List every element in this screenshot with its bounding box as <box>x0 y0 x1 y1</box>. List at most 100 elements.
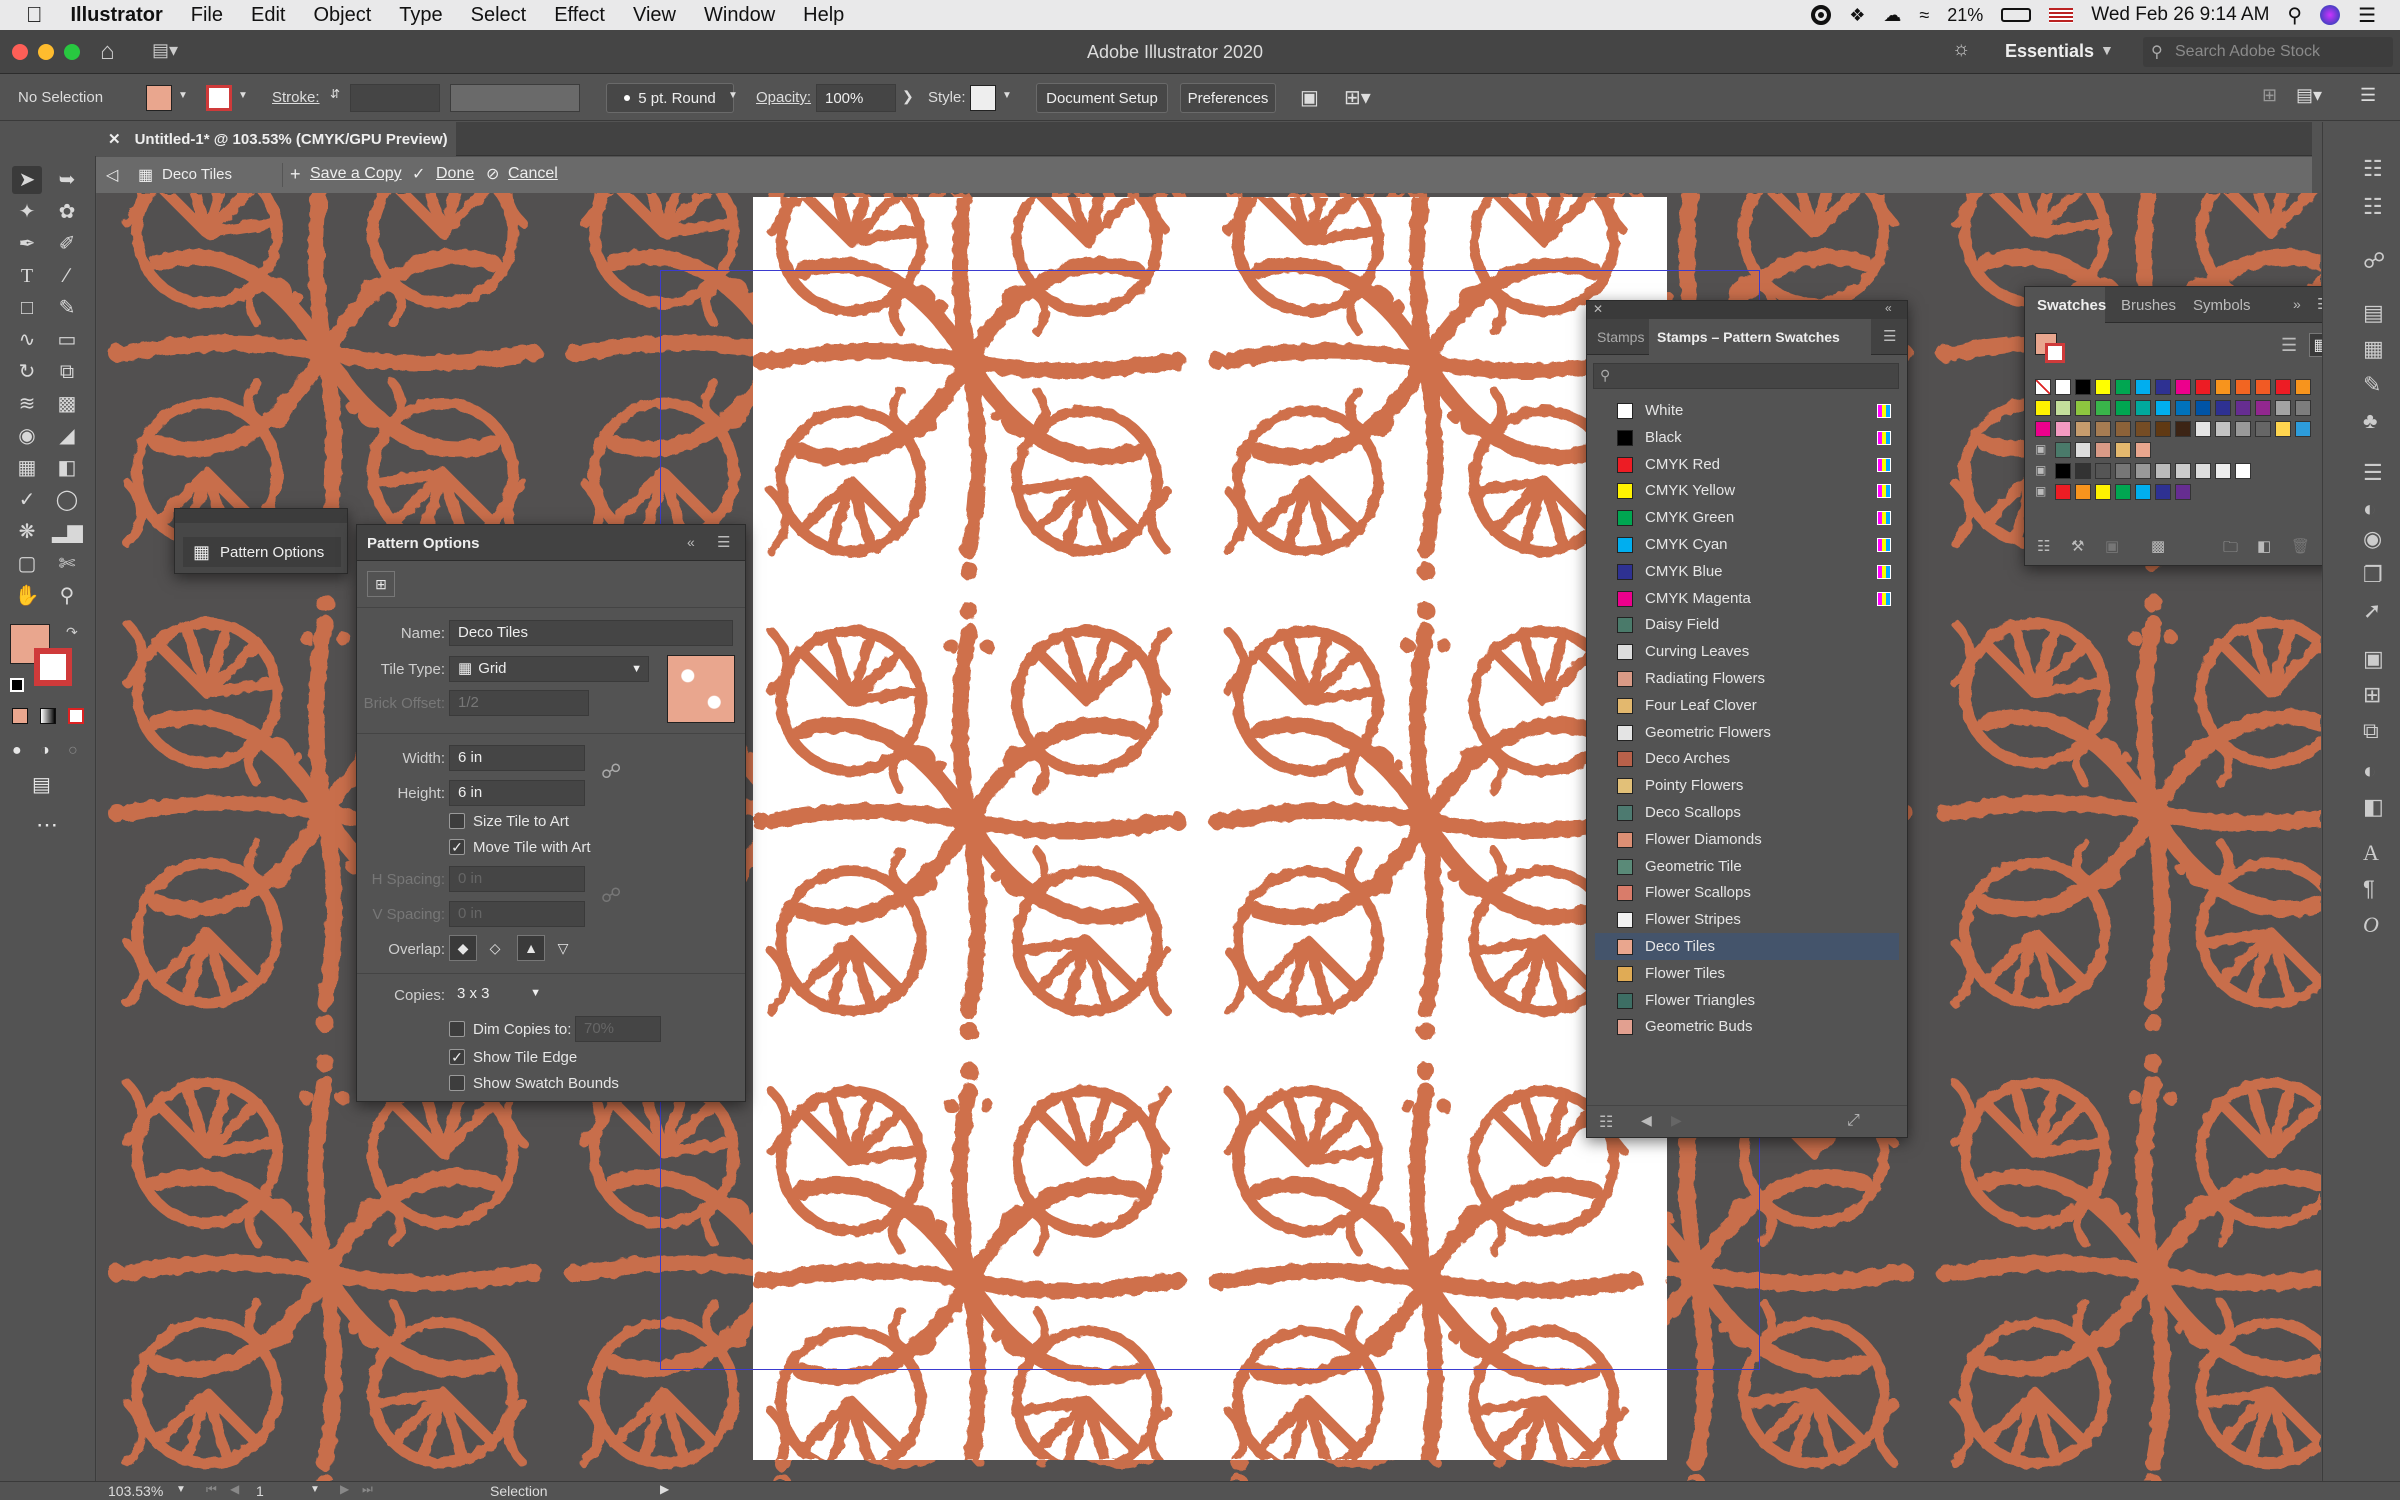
chevron-down-icon[interactable]: ▼ <box>310 1484 320 1495</box>
draw-inside-icon[interactable]: ○ <box>68 742 78 760</box>
swatch-chip[interactable] <box>2135 379 2151 395</box>
swatch-list-item[interactable]: CMYK Yellow <box>1595 477 1899 504</box>
panel-menu-icon[interactable]: ☰ <box>717 533 730 551</box>
collapse-icon[interactable]: « <box>687 534 695 550</box>
selection-tool-icon[interactable]: ➤ <box>12 166 42 194</box>
swatches-dock-icon[interactable]: ▦ <box>2363 336 2384 362</box>
edit-toolbar-icon[interactable]: ⋯ <box>36 812 58 838</box>
draw-normal-icon[interactable]: ● <box>12 742 22 760</box>
stroke-color-box[interactable] <box>34 648 72 686</box>
swatch-chip[interactable] <box>2135 400 2151 416</box>
none-mode-button[interactable] <box>68 708 84 724</box>
line-segment-tool-icon[interactable]: ∕ <box>52 262 82 290</box>
column-graph-tool-icon[interactable]: ▂▆ <box>52 518 83 546</box>
new-color-group-icon[interactable]: ▩ <box>2151 537 2165 555</box>
swatch-chip[interactable] <box>2155 421 2171 437</box>
panel-drag-bar[interactable]: ✕ « <box>1587 301 1907 319</box>
opacity-label[interactable]: Opacity: <box>756 89 811 106</box>
warp-tool-icon[interactable]: ≋ <box>12 390 42 418</box>
layers-icon[interactable]: ☷ <box>2363 194 2383 220</box>
free-transform-tool-icon[interactable]: ▩ <box>52 390 82 418</box>
gradient-mode-button[interactable] <box>40 708 56 724</box>
swatch-chip[interactable] <box>2075 463 2091 479</box>
siri-icon[interactable] <box>2320 5 2341 25</box>
previous-artboard-icon[interactable]: ◀ <box>230 1482 239 1496</box>
stroke-stepper[interactable]: ⇵ <box>330 87 340 101</box>
swatch-chip[interactable] <box>2295 400 2311 416</box>
swatch-chip[interactable] <box>2255 379 2271 395</box>
show-kinds-icon[interactable]: ⚒ <box>2071 537 2084 555</box>
notification-center-icon[interactable]: ☰ <box>2358 3 2376 28</box>
menu-help[interactable]: Help <box>789 4 858 27</box>
swatch-chip[interactable] <box>2155 379 2171 395</box>
dim-copies-checkbox[interactable] <box>449 1021 465 1037</box>
swatch-chip[interactable] <box>2175 400 2191 416</box>
shape-builder-tool-icon[interactable]: ◉ <box>12 422 42 450</box>
first-artboard-icon[interactable]: ⏮ <box>206 1482 217 1497</box>
tab-symbols[interactable]: Symbols <box>2193 297 2251 314</box>
color-dock-icon[interactable]: ◐ <box>2363 758 2376 784</box>
brushes-dock-icon[interactable]: ✎ <box>2363 372 2381 398</box>
swatch-chip[interactable] <box>2095 484 2111 500</box>
swatch-list-item[interactable]: Four Leaf Clover <box>1595 692 1899 719</box>
swatch-chip[interactable] <box>2055 463 2071 479</box>
swatch-search-field[interactable]: ⚲ <box>1593 363 1899 389</box>
swatch-chip[interactable] <box>2155 400 2171 416</box>
top-in-front-icon[interactable]: ▲ <box>517 935 545 961</box>
swatch-chip[interactable] <box>2075 379 2091 395</box>
wifi-icon[interactable]: ≈ <box>1919 5 1929 26</box>
lightbulb-icon[interactable]: ☼ <box>1952 38 1970 61</box>
move-tile-with-art-checkbox[interactable]: ✓ <box>449 839 465 855</box>
swatch-list-item[interactable]: CMYK Red <box>1595 451 1899 478</box>
align-icon[interactable]: ⊞▾ <box>1344 85 1371 110</box>
document-tab[interactable]: ✕ Untitled-1* @ 103.53% (CMYK/GPU Previe… <box>96 122 456 156</box>
collapse-icon[interactable]: » <box>2293 296 2301 312</box>
chevron-down-icon[interactable]: ▼ <box>176 1484 186 1495</box>
swatch-chip[interactable] <box>2215 421 2231 437</box>
width-input[interactable]: 6 in <box>449 745 585 771</box>
swatch-chip[interactable] <box>2175 484 2191 500</box>
swatch-chip[interactable] <box>2155 463 2171 479</box>
chevron-right-icon[interactable]: ❯ <box>902 88 914 105</box>
menu-file[interactable]: File <box>177 4 237 27</box>
opacity-input[interactable]: 100% <box>816 84 896 112</box>
graphic-styles-dock-icon[interactable]: ❐ <box>2363 562 2383 588</box>
swatch-chip[interactable] <box>2275 421 2291 437</box>
swatch-chip[interactable] <box>2115 484 2131 500</box>
stroke-dock-icon[interactable]: ☰ <box>2363 460 2383 486</box>
swatch-chip[interactable] <box>2175 463 2191 479</box>
swatch-chip[interactable] <box>2115 442 2131 458</box>
hand-tool-icon[interactable]: ✋ <box>12 582 42 610</box>
swatch-options-icon[interactable]: ▣ <box>2105 537 2119 555</box>
pen-tool-icon[interactable]: ✒ <box>12 230 42 258</box>
swatch-list-item[interactable]: CMYK Magenta <box>1595 585 1899 612</box>
artboard[interactable] <box>753 197 1667 1460</box>
swatch-list-item[interactable]: Radiating Flowers <box>1595 665 1899 692</box>
swatch-chip[interactable] <box>2115 379 2131 395</box>
swatch-chip[interactable] <box>2095 463 2111 479</box>
swatch-chip[interactable] <box>2055 421 2071 437</box>
zoom-tool-icon[interactable]: ⚲ <box>52 582 82 610</box>
close-window-button[interactable] <box>12 44 28 60</box>
tile-type-select[interactable]: ▦ Grid ▼ <box>449 656 649 682</box>
delete-swatch-icon[interactable]: 🗑 <box>2291 537 2310 555</box>
chevron-down-icon[interactable]: ▼ <box>1002 90 1012 101</box>
chevron-down-icon[interactable]: ▼ <box>2100 42 2114 58</box>
new-swatch-icon[interactable]: ◧ <box>2257 537 2271 555</box>
swatch-chip[interactable] <box>2275 400 2291 416</box>
panel-menu-icon[interactable]: ☰ <box>1883 327 1896 345</box>
bottom-in-front-icon[interactable]: ▽ <box>549 935 577 961</box>
workspace-switcher[interactable]: Essentials <box>2005 41 2094 62</box>
swatch-list-item[interactable]: CMYK Cyan <box>1595 531 1899 558</box>
spotlight-icon[interactable]: ⚲ <box>2287 3 2302 28</box>
menu-view[interactable]: View <box>619 4 690 27</box>
zoom-level[interactable]: 103.53% <box>108 1483 163 1499</box>
swatch-list-item[interactable]: Flower Triangles <box>1595 987 1899 1014</box>
artboard-tool-icon[interactable]: ▢ <box>12 550 42 578</box>
swatch-chip[interactable] <box>2215 379 2231 395</box>
align-dock-icon[interactable]: ⊞ <box>2363 682 2381 708</box>
swatch-chip[interactable] <box>2235 400 2251 416</box>
swap-fill-stroke-icon[interactable]: ↷ <box>66 624 78 641</box>
swatch-chip[interactable] <box>2075 400 2091 416</box>
previous-library-icon[interactable]: ◀ <box>1641 1112 1652 1129</box>
